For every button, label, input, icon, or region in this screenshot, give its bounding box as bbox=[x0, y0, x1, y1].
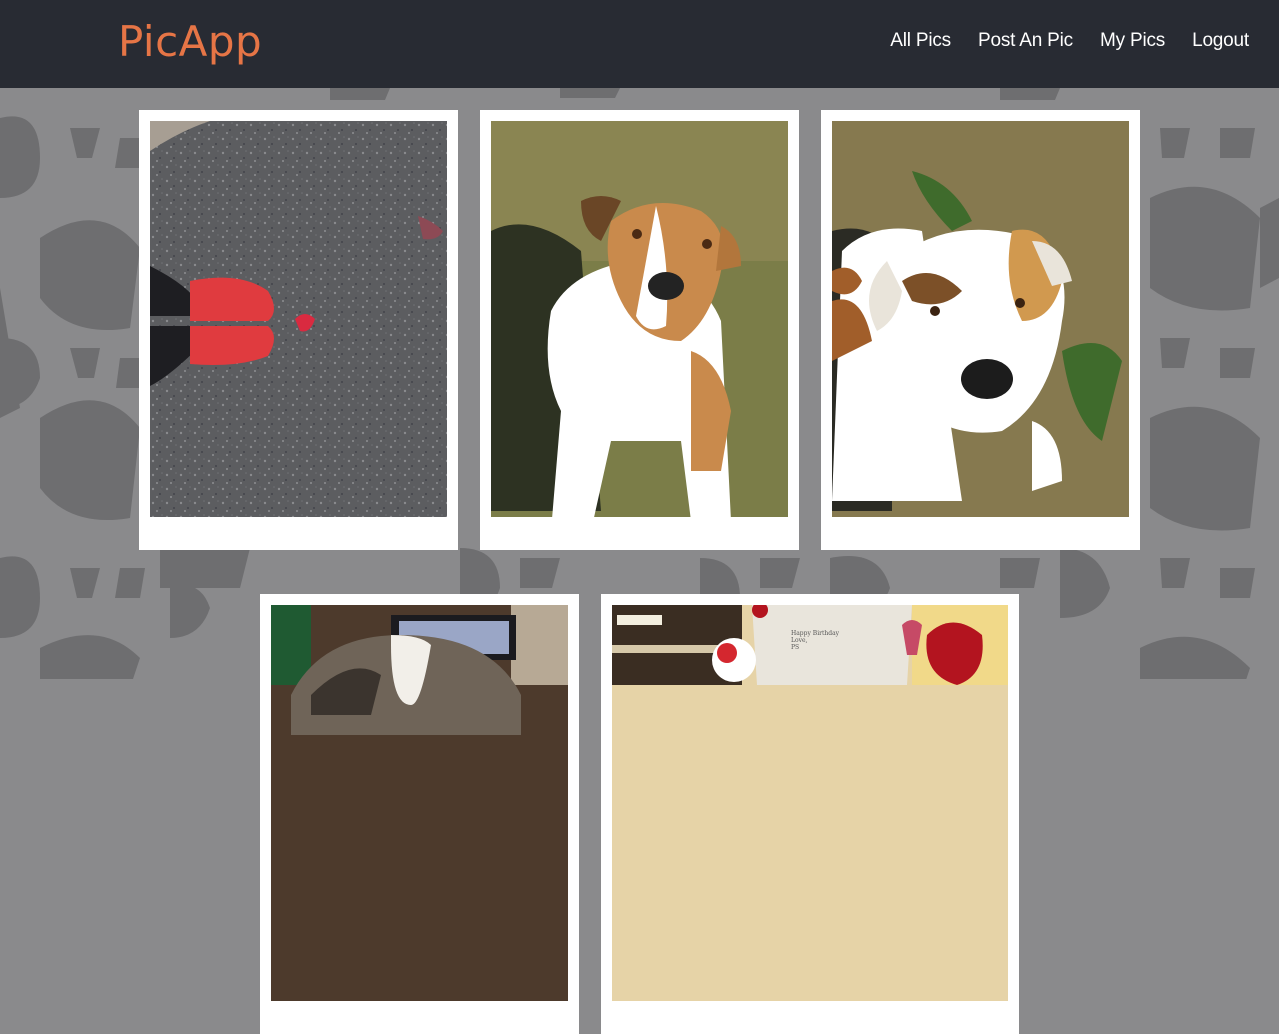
top-navbar: PicApp All Pics Post An Pic My Pics Logo… bbox=[0, 0, 1279, 88]
photo-card[interactable] bbox=[260, 594, 579, 1034]
photo-card[interactable] bbox=[139, 110, 458, 550]
photo-card[interactable] bbox=[480, 110, 799, 550]
photo-roses-birthday-card[interactable]: Happy Birthday Love, PS bbox=[612, 605, 1008, 1001]
nav-my-pics[interactable]: My Pics bbox=[1100, 30, 1165, 52]
main-nav: All Pics Post An Pic My Pics Logout bbox=[890, 30, 1249, 52]
nav-post-an-pic[interactable]: Post An Pic bbox=[978, 30, 1073, 52]
brand-logo[interactable]: PicApp bbox=[118, 17, 262, 66]
nav-all-pics[interactable]: All Pics bbox=[890, 30, 951, 52]
photo-card[interactable]: Happy Birthday Love, PS bbox=[601, 594, 1019, 1034]
nav-logout[interactable]: Logout bbox=[1192, 30, 1249, 52]
birthday-card-text: Happy Birthday Love, PS bbox=[791, 630, 840, 651]
photo-dog-sitting[interactable] bbox=[491, 121, 788, 517]
photo-card[interactable] bbox=[821, 110, 1140, 550]
photo-dog-living-room[interactable] bbox=[271, 605, 568, 1001]
photo-red-shoes[interactable] bbox=[150, 121, 447, 517]
photo-dog-closeup[interactable] bbox=[832, 121, 1129, 517]
